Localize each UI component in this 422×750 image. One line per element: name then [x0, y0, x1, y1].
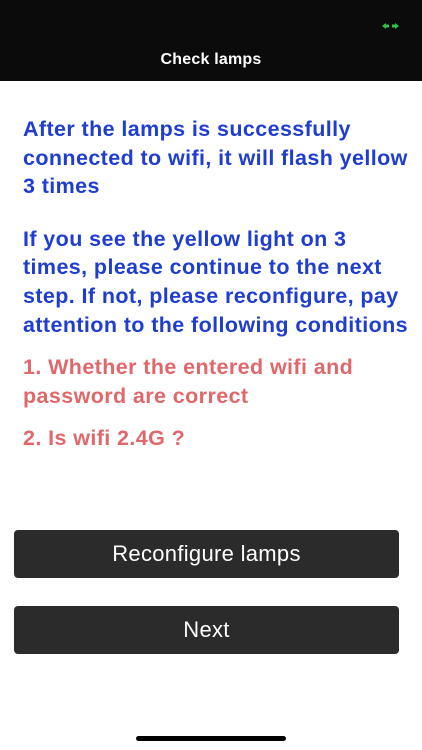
navigation-bar: Check lamps — [0, 0, 422, 81]
next-button[interactable]: Next — [14, 606, 399, 654]
connected-info-text: After the lamps is successfully connecte… — [23, 117, 408, 199]
home-indicator[interactable] — [136, 736, 286, 741]
instructions: After the lamps is successfully connecte… — [23, 115, 415, 453]
next-label: Next — [183, 617, 230, 642]
continue-info-text: If you see the yellow light on 3 times, … — [23, 226, 409, 337]
check-lamps-screen: Check lamps After the lamps is successfu… — [0, 0, 422, 750]
reconfigure-lamps-button[interactable]: Reconfigure lamps — [14, 530, 399, 578]
condition-1-text: 1. Whether the entered wifi and password… — [23, 355, 354, 408]
condition-2-text: 2. Is wifi 2.4G ? — [23, 426, 186, 451]
wifi-status-icon — [381, 17, 400, 29]
reconfigure-lamps-label: Reconfigure lamps — [112, 541, 301, 566]
page-title: Check lamps — [160, 51, 262, 68]
